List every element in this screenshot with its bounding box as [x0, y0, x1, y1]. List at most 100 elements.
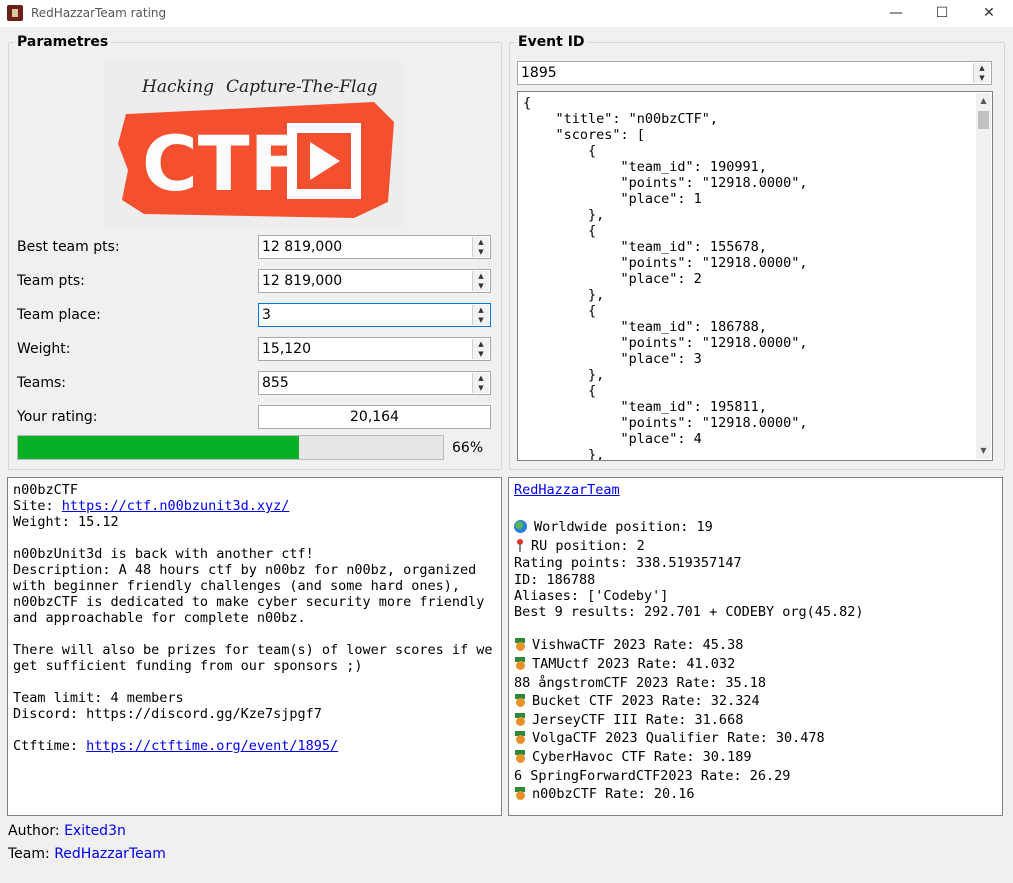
- spin-down-icon[interactable]: ▼: [473, 281, 489, 291]
- result-text: CyberHavoc CTF Rate: 30.189: [532, 748, 752, 765]
- weight-stepper[interactable]: ▲ ▼: [472, 339, 489, 359]
- best-team-pts-spinbox[interactable]: 12 819,000 ▲ ▼: [258, 235, 491, 259]
- author-link[interactable]: Exited3n: [64, 823, 126, 839]
- result-text: n00bzCTF Rate: 20.16: [532, 786, 695, 803]
- event-json-text: { "title": "n00bzCTF", "scores": [ { "te…: [523, 95, 808, 461]
- window-title: RedHazzarTeam rating: [31, 6, 167, 20]
- weight-label: Weight:: [17, 341, 71, 357]
- event-id-group-title: Event ID: [515, 34, 588, 50]
- spin-down-icon[interactable]: ▼: [473, 349, 489, 359]
- best-team-pts-stepper[interactable]: ▲ ▼: [472, 237, 489, 257]
- event-id-value: 1895: [521, 65, 557, 81]
- team-link[interactable]: RedHazzarTeam: [54, 846, 166, 862]
- best-results: Best 9 results: 292.701 + CODEBY org(45.…: [514, 604, 864, 621]
- scroll-thumb[interactable]: [978, 111, 989, 129]
- app-icon: [7, 5, 23, 21]
- result-row: VishwaCTF 2023 Rate: 45.38: [514, 636, 864, 655]
- svg-text:Hacking: Hacking: [141, 77, 214, 97]
- spin-down-icon[interactable]: ▼: [473, 383, 489, 393]
- teams-spinbox[interactable]: 855 ▲ ▼: [258, 371, 491, 395]
- result-text: TAMUctf 2023 Rate: 41.032: [532, 655, 736, 672]
- spin-up-icon[interactable]: ▲: [473, 339, 489, 349]
- team-place-spinbox[interactable]: 3 ▲ ▼: [258, 303, 491, 327]
- team-limit: Team limit: 4 members: [13, 690, 184, 706]
- minimize-button[interactable]: —: [873, 0, 919, 27]
- description-line: and approachable for complete n00bz.: [13, 610, 306, 626]
- spin-up-icon[interactable]: ▲: [473, 237, 489, 247]
- teams-label: Teams:: [17, 375, 67, 391]
- medal-icon: [514, 749, 526, 763]
- medal-icon: [514, 656, 526, 670]
- ctftime-label: Ctftime:: [13, 738, 87, 754]
- medal-icon: [514, 712, 526, 726]
- description-line: Description: A 48 hours ctf by n00bz for…: [13, 562, 477, 578]
- spin-up-icon[interactable]: ▲: [974, 63, 990, 73]
- prize-line: get sufficient funding from our sponsors…: [13, 658, 363, 674]
- your-rating-label: Your rating:: [17, 409, 98, 425]
- event-id-stepper[interactable]: ▲ ▼: [973, 63, 990, 83]
- scroll-down-icon[interactable]: ▼: [976, 443, 991, 459]
- logo-ctf-text: CTF: [142, 119, 302, 208]
- author-line: Author: Exited3n: [8, 823, 126, 839]
- result-text: VolgaCTF 2023 Qualifier Rate: 30.478: [532, 730, 825, 747]
- teams-value: 855: [262, 375, 289, 391]
- description-line: with beginner friendly challenges (and s…: [13, 578, 461, 594]
- your-rating-value: 20,164: [258, 405, 491, 429]
- prize-line: There will also be prizes for team(s) of…: [13, 642, 493, 658]
- pin-icon: [517, 538, 523, 552]
- title-bar: RedHazzarTeam rating — ☐ ✕: [0, 0, 1013, 27]
- ctf-logo-image: Hacking Capture-The-Flag CTF: [104, 62, 404, 228]
- event-id-spinbox[interactable]: 1895 ▲ ▼: [517, 61, 992, 85]
- weight-value: 15,120: [262, 341, 311, 357]
- rating-points: Rating points: 338.519357147: [514, 555, 742, 572]
- site-label: Site:: [13, 498, 62, 514]
- result-row: VolgaCTF 2023 Qualifier Rate: 30.478: [514, 729, 864, 748]
- event-json-scrollbar[interactable]: ▲ ▼: [976, 93, 991, 459]
- teams-stepper[interactable]: ▲ ▼: [472, 373, 489, 393]
- team-place-stepper[interactable]: ▲ ▼: [472, 305, 489, 325]
- worldwide-position: Worldwide position: 19: [534, 519, 713, 536]
- result-text: VishwaCTF 2023 Rate: 45.38: [532, 637, 744, 654]
- spin-down-icon[interactable]: ▼: [473, 247, 489, 257]
- close-button[interactable]: ✕: [966, 0, 1012, 27]
- team-label: Team:: [8, 846, 50, 862]
- rating-progress-fill: [18, 436, 299, 459]
- spin-up-icon[interactable]: ▲: [473, 305, 489, 315]
- spin-down-icon[interactable]: ▼: [473, 315, 489, 325]
- discord-line: Discord: https://discord.gg/Kze7sjpgf7: [13, 706, 322, 722]
- author-label: Author:: [8, 823, 60, 839]
- team-pts-stepper[interactable]: ▲ ▼: [472, 271, 489, 291]
- maximize-button[interactable]: ☐: [919, 0, 965, 27]
- ru-position: RU position: 2: [531, 537, 645, 554]
- description-line: n00bzCTF is dedicated to make cyber secu…: [13, 594, 485, 610]
- event-info-panel: n00bzCTF Site: https://ctf.n00bzunit3d.x…: [7, 477, 502, 816]
- team-aliases: Aliases: ['Codeby']: [514, 588, 669, 605]
- rating-progress-bar: [17, 435, 444, 460]
- result-text: Bucket CTF 2023 Rate: 32.324: [532, 693, 760, 710]
- team-info-panel: RedHazzarTeam Worldwide position: 19 RU …: [508, 477, 1003, 816]
- team-place-label: Team place:: [17, 307, 101, 323]
- team-pts-label: Team pts:: [17, 273, 85, 289]
- scroll-up-icon[interactable]: ▲: [976, 93, 991, 109]
- best-team-pts-label: Best team pts:: [17, 239, 120, 255]
- team-pts-spinbox[interactable]: 12 819,000 ▲ ▼: [258, 269, 491, 293]
- globe-icon: [514, 520, 527, 534]
- ctftime-link[interactable]: https://ctftime.org/event/1895/: [86, 738, 338, 754]
- spin-up-icon[interactable]: ▲: [473, 373, 489, 383]
- results-list: VishwaCTF 2023 Rate: 45.38 TAMUctf 2023 R…: [514, 636, 864, 803]
- event-json-view[interactable]: { "title": "n00bzCTF", "scores": [ { "te…: [517, 91, 993, 461]
- rating-progress-label: 66%: [452, 440, 484, 456]
- weight-spinbox[interactable]: 15,120 ▲ ▼: [258, 337, 491, 361]
- medal-icon: [514, 731, 526, 745]
- result-row: CyberHavoc CTF Rate: 30.189: [514, 748, 864, 767]
- result-text: JerseyCTF III Rate: 31.668: [532, 711, 744, 728]
- site-link[interactable]: https://ctf.n00bzunit3d.xyz/: [62, 498, 290, 514]
- result-row: n00bzCTF Rate: 20.16: [514, 785, 864, 804]
- description-line: n00bzUnit3d is back with another ctf!: [13, 546, 314, 562]
- medal-icon: [514, 787, 526, 801]
- medal-icon: [514, 694, 526, 708]
- result-row: TAMUctf 2023 Rate: 41.032: [514, 655, 864, 674]
- spin-down-icon[interactable]: ▼: [974, 73, 990, 83]
- spin-up-icon[interactable]: ▲: [473, 271, 489, 281]
- team-name-link[interactable]: RedHazzarTeam: [514, 482, 620, 498]
